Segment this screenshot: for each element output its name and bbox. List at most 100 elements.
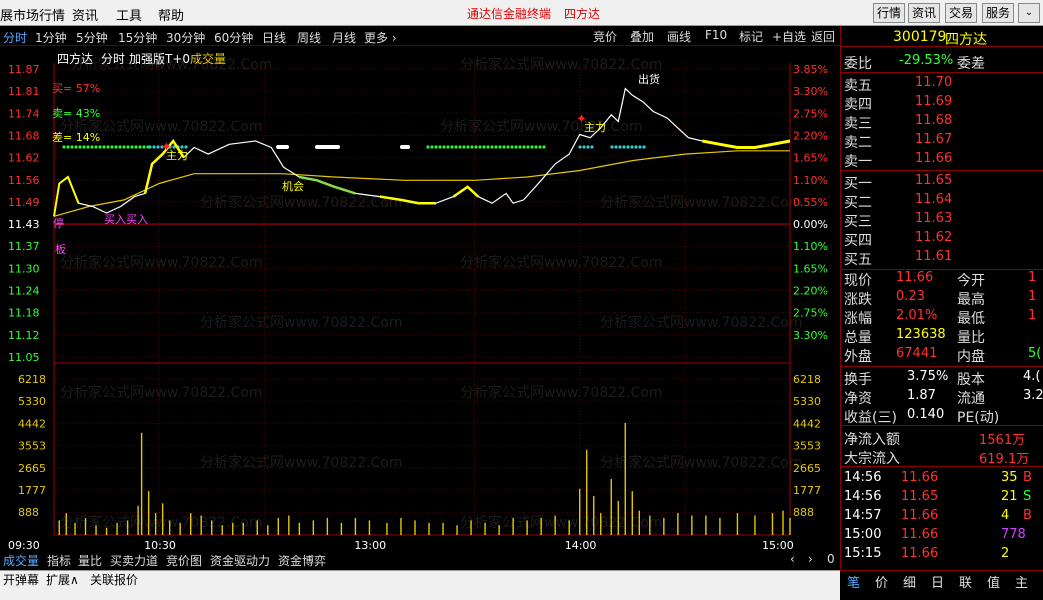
signal-dot <box>156 145 160 149</box>
divider <box>841 366 1043 367</box>
price-tick-label: 11.74 <box>8 107 40 120</box>
stat-value: 123638 <box>896 327 946 342</box>
signal-dot <box>634 145 638 149</box>
signal-stop: 停 <box>53 216 64 230</box>
volume-tick-label-right: 1777 <box>793 484 821 497</box>
tab-price[interactable]: 价 <box>875 572 888 591</box>
menu-tools[interactable]: 工具 <box>116 5 142 24</box>
tab-volume[interactable]: 成交量 <box>3 552 39 569</box>
scroll-right-icon[interactable]: › <box>808 552 813 566</box>
promo-stock[interactable]: 四方达 <box>564 5 600 22</box>
tab-intraday[interactable]: 分时 <box>3 29 27 46</box>
flow-label: 净流入额 <box>844 432 900 448</box>
stat-row: 现价 11.66 今开 1 <box>841 269 1043 289</box>
volume-tick-label-left: 6218 <box>18 373 46 386</box>
minimize-icon[interactable]: ⌄ <box>1018 3 1040 23</box>
trade-button[interactable]: 交易 <box>945 3 977 23</box>
f10-button[interactable]: F10 <box>705 28 727 42</box>
buy-level-row: 买四 11.62 <box>841 229 1043 249</box>
signal-dot <box>434 145 438 149</box>
stat-label: 涨幅 <box>844 311 872 327</box>
quote-button[interactable]: 行情 <box>873 3 905 23</box>
buy-level-price: 11.65 <box>915 173 953 188</box>
tab-value[interactable]: 值 <box>987 572 1000 591</box>
tab-fund-drive[interactable]: 资金驱动力 <box>210 552 270 569</box>
signal-dot <box>438 145 442 149</box>
tab-monthly[interactable]: 月线 <box>332 29 356 46</box>
tab-daily[interactable]: 日线 <box>262 29 286 46</box>
quote-panel: 300179 四方达 委比 -29.53% 委差 卖五 11.70 卖四 11.69 卖… <box>840 26 1043 570</box>
menu-help[interactable]: 帮助 <box>158 5 184 24</box>
tab-linked[interactable]: 联 <box>959 572 972 591</box>
tab-volume-ratio[interactable]: 量比 <box>78 552 102 569</box>
sell-level-row: 卖三 11.68 <box>841 112 1043 132</box>
tab-60min[interactable]: 60分钟 <box>214 29 253 46</box>
tab-more[interactable]: 更多 › <box>364 29 397 46</box>
signal-main-force-2: 主力 <box>584 121 606 134</box>
mark-button[interactable]: 标记 <box>739 28 763 45</box>
menu-news[interactable]: 资讯 <box>72 5 98 24</box>
tab-weekly[interactable]: 周线 <box>297 29 321 46</box>
tab-30min[interactable]: 30分钟 <box>166 29 205 46</box>
signal-dot <box>642 145 646 149</box>
tab-auction-chart[interactable]: 竞价图 <box>166 552 202 569</box>
signal-dot <box>122 145 126 149</box>
tick-volume: 21 <box>1001 489 1018 504</box>
service-button[interactable]: 服务 <box>982 3 1014 23</box>
tab-detail[interactable]: 细 <box>903 572 916 591</box>
stock-name: 四方达 <box>945 32 987 48</box>
flow-value: 1561万 <box>979 433 1026 448</box>
stat-label: 涨跌 <box>844 292 872 308</box>
zoom-level[interactable]: 0 <box>827 552 835 566</box>
auction-button[interactable]: 竞价 <box>593 28 617 45</box>
tab-indicator[interactable]: 指标 <box>47 552 71 569</box>
signal-dot <box>538 145 542 149</box>
flow-row: 净流入额 1561万 <box>841 428 1043 448</box>
tab-trades[interactable]: 笔 <box>847 572 860 591</box>
signal-dot <box>466 145 470 149</box>
volume-tick-label-right: 2665 <box>793 462 821 475</box>
quote-tabs: 笔 价 细 日 联 值 主 <box>840 570 1043 600</box>
tab-1min[interactable]: 1分钟 <box>35 29 67 46</box>
tab-buy-sell-force[interactable]: 买卖力道 <box>110 552 158 569</box>
price-tick-label: 11.56 <box>8 174 40 187</box>
signal-dot <box>526 145 530 149</box>
sell-level-row: 卖五 11.70 <box>841 74 1043 94</box>
tick-row: 15:15 11.66 2 <box>841 545 1043 564</box>
diff-ratio: 差= 14% <box>52 130 100 144</box>
danmaku-toggle[interactable]: 开弹幕 <box>3 571 39 588</box>
signal-dot <box>590 145 594 149</box>
news-button[interactable]: 资讯 <box>908 3 940 23</box>
tab-daily-info[interactable]: 日 <box>931 572 944 591</box>
tab-fund-game[interactable]: 资金博弈 <box>278 552 326 569</box>
tab-5min[interactable]: 5分钟 <box>76 29 108 46</box>
overlay-button[interactable]: 叠加 <box>630 28 654 45</box>
draw-line-button[interactable]: 画线 <box>667 28 691 45</box>
back-button[interactable]: 返回 <box>811 28 835 45</box>
signal-bar <box>400 145 410 149</box>
stat-label-2: 今开 <box>957 273 985 289</box>
tick-side: B <box>1023 470 1032 485</box>
price-tick-label: 11.37 <box>8 240 40 253</box>
pct-tick-label: 1.65% <box>793 262 828 275</box>
menu-market[interactable]: 展市场行情 <box>0 5 65 24</box>
status-bar: 开弹幕 扩展∧ 关联报价 <box>0 570 840 600</box>
scroll-left-icon[interactable]: ‹ <box>790 552 795 566</box>
add-watchlist-button[interactable]: +自选 <box>772 28 806 45</box>
promo-terminal[interactable]: 通达信金融终端 <box>467 5 551 22</box>
signal-dot <box>66 145 70 149</box>
intraday-chart[interactable]: 分析家公式网www.70822.Com 分析家公式网www.70822.Com 分析… <box>0 47 840 550</box>
time-tick-label: 13:00 <box>354 539 386 550</box>
pct-tick-label: 2.75% <box>793 307 828 320</box>
pct-tick-label: 1.10% <box>793 240 828 253</box>
stat-label-2: 流通 <box>957 391 985 407</box>
watermark-text: 分析家公式网www.70822.Com <box>200 454 402 471</box>
related-quotes-button[interactable]: 关联报价 <box>90 571 138 588</box>
divider <box>841 170 1043 171</box>
signal-dot <box>102 145 106 149</box>
expand-toggle[interactable]: 扩展∧ <box>46 571 79 588</box>
watermark-text: 分析家公式网www.70822.Com <box>60 384 262 401</box>
tab-15min[interactable]: 15分钟 <box>118 29 157 46</box>
indicator-tabs: 成交量 指标 量比 买卖力道 竞价图 资金驱动力 资金博弈 ‹ › 0 <box>0 550 840 570</box>
tab-main[interactable]: 主 <box>1015 572 1028 591</box>
